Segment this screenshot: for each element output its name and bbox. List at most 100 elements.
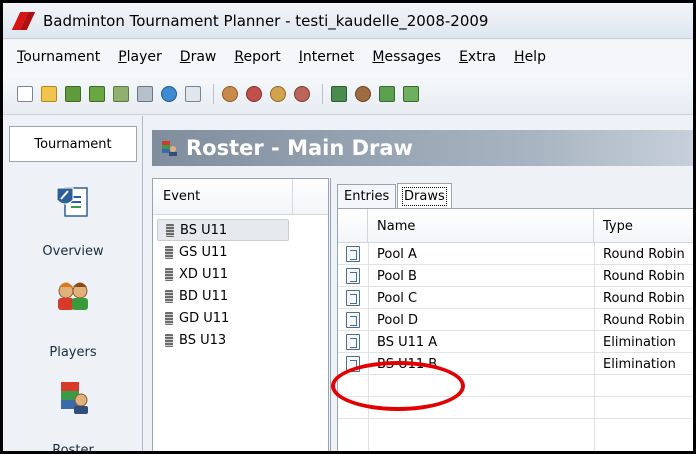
cell-type: Elimination: [603, 334, 676, 350]
event-label: XD U11: [179, 266, 229, 282]
toolbar-separator: [213, 83, 214, 104]
draw-icon: [346, 268, 360, 284]
message-icon[interactable]: [183, 84, 203, 104]
player-icon[interactable]: [220, 84, 240, 104]
nav-item-roster[interactable]: Roster: [3, 443, 143, 451]
nav-item-players[interactable]: Players: [3, 345, 143, 360]
menu-help[interactable]: Help: [514, 49, 546, 65]
event-row[interactable]: XD U11: [157, 263, 289, 285]
event-label: GD U11: [179, 310, 230, 326]
page-title: Roster - Main Draw: [186, 136, 413, 160]
event-label: BS U11: [180, 222, 228, 238]
menu-label: eport: [243, 48, 281, 65]
cell-type: Round Robin: [603, 268, 685, 284]
left-navigation: Tournament Overview Players Roster: [3, 116, 143, 451]
roster-icon[interactable]: [53, 376, 93, 416]
tab-label: Draws: [402, 187, 447, 206]
save-icon[interactable]: [63, 84, 83, 104]
draw-edit-icon[interactable]: [401, 84, 421, 104]
menu-mnemonic: D: [179, 48, 191, 65]
window-title: Badminton Tournament Planner - testi_kau…: [43, 11, 489, 30]
cell-name: BS U11 B: [377, 356, 438, 372]
cell-type: Round Robin: [603, 290, 685, 306]
players-icon[interactable]: [53, 276, 93, 316]
main-header: Roster - Main Draw: [152, 130, 693, 166]
cell-type: Round Robin: [603, 312, 685, 328]
draw-icon: [346, 334, 360, 350]
menu-mnemonic: P: [118, 48, 127, 65]
table-row[interactable]: Pool D Round Robin: [338, 309, 693, 331]
event-row[interactable]: BS U11: [157, 219, 289, 241]
event-row[interactable]: GS U11: [157, 241, 289, 263]
toolbar-separator: [322, 83, 323, 104]
save-as-icon[interactable]: [87, 84, 107, 104]
event-row[interactable]: BS U13: [157, 329, 289, 351]
settings-icon[interactable]: [111, 84, 131, 104]
menu-label: essages: [384, 48, 442, 65]
globe-icon[interactable]: [159, 84, 179, 104]
table-row[interactable]: BS U11 B Elimination: [338, 353, 693, 375]
menu-mnemonic: M: [372, 48, 385, 65]
event-label: BS U13: [179, 332, 227, 348]
seed-icon[interactable]: [353, 84, 373, 104]
column-header-type[interactable]: Type: [594, 209, 693, 243]
tab-entries[interactable]: Entries: [337, 184, 397, 208]
event-icon: [165, 267, 173, 281]
cell-type: Elimination: [603, 356, 676, 372]
nav-item-overview[interactable]: Overview: [3, 244, 143, 259]
menu-extra[interactable]: Extra: [459, 49, 496, 65]
draw-icon[interactable]: [377, 84, 397, 104]
menu-messages[interactable]: Messages: [372, 49, 441, 65]
draws-table: Name Type Pool A Round Robin Pool B Roun…: [337, 208, 693, 451]
menu-player[interactable]: Player: [118, 49, 162, 65]
empty-row: [338, 397, 693, 419]
cell-name: Pool B: [377, 268, 417, 284]
open-icon[interactable]: [39, 84, 59, 104]
menu-bar: Tournament Player Draw Report Internet M…: [3, 40, 693, 73]
new-icon[interactable]: [15, 84, 35, 104]
event-icon: [165, 311, 173, 325]
overview-icon[interactable]: [53, 182, 93, 222]
app-logo-icon: [13, 10, 35, 32]
event-icon: [166, 223, 174, 237]
event-row[interactable]: BD U11: [157, 285, 289, 307]
table-row[interactable]: Pool C Round Robin: [338, 287, 693, 309]
event-header-filler: [293, 179, 328, 215]
table-row[interactable]: Pool A Round Robin: [338, 243, 693, 265]
menu-label: nternet: [302, 48, 355, 65]
cell-name: BS U11 A: [377, 334, 438, 350]
menu-internet[interactable]: Internet: [299, 49, 355, 65]
table-row[interactable]: BS U11 A Elimination: [338, 331, 693, 353]
menu-label: raw: [190, 48, 217, 65]
menu-report[interactable]: Report: [234, 49, 280, 65]
tab-draws[interactable]: Draws: [397, 183, 452, 209]
player-edit-icon[interactable]: [244, 84, 264, 104]
table-row[interactable]: Pool B Round Robin: [338, 265, 693, 287]
event-column-header[interactable]: Event: [153, 179, 293, 215]
event-label: BD U11: [179, 288, 229, 304]
event-label: GS U11: [179, 244, 228, 260]
app-window: Badminton Tournament Planner - testi_kau…: [0, 0, 696, 454]
nav-tab-tournament[interactable]: Tournament: [9, 126, 137, 162]
roster-icon[interactable]: [329, 84, 349, 104]
menu-tournament[interactable]: Tournament: [17, 49, 100, 65]
event-list: Event BS U11 GS U11 XD U11 BD U11 GD U11…: [152, 178, 329, 451]
player-delete-icon[interactable]: [292, 84, 312, 104]
draw-icon: [346, 312, 360, 328]
cell-name: Pool C: [377, 290, 418, 306]
players-icon[interactable]: [268, 84, 288, 104]
menu-label: ournament: [23, 48, 101, 65]
cell-type: Round Robin: [603, 246, 685, 262]
menu-mnemonic: E: [459, 48, 468, 65]
toolbar: [3, 73, 693, 115]
cell-name: Pool D: [377, 312, 419, 328]
cell-name: Pool A: [377, 246, 417, 262]
column-header-name[interactable]: Name: [368, 209, 594, 243]
menu-label: elp: [524, 48, 546, 65]
table-header: Name Type: [338, 209, 693, 243]
event-icon: [165, 333, 173, 347]
print-icon[interactable]: [135, 84, 155, 104]
event-row[interactable]: GD U11: [157, 307, 289, 329]
menu-draw[interactable]: Draw: [180, 49, 217, 65]
roster-icon: [162, 141, 177, 156]
